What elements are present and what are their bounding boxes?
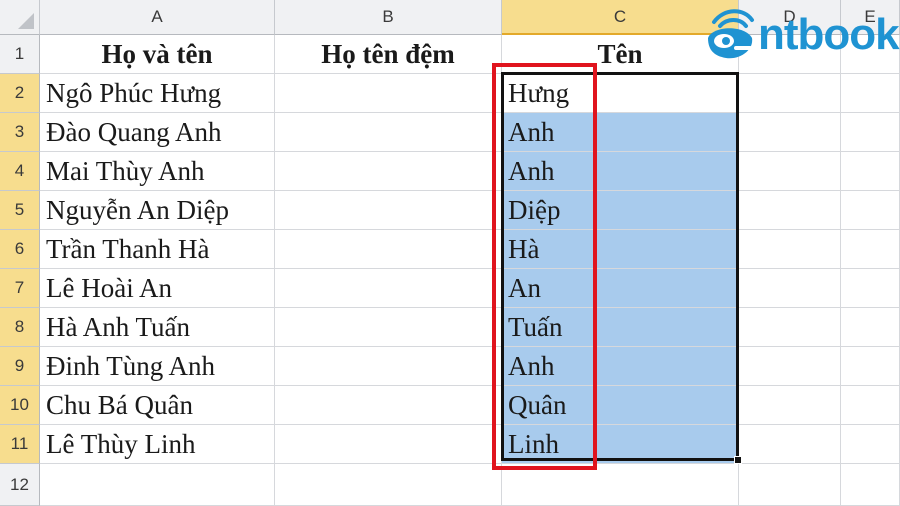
- cell-c12[interactable]: [502, 464, 739, 506]
- row-header-7[interactable]: 7: [0, 269, 40, 308]
- brand-logo: ntbook: [700, 4, 900, 64]
- cell-b7[interactable]: [275, 269, 502, 308]
- row-header-1[interactable]: 1: [0, 35, 40, 74]
- cell-b9[interactable]: [275, 347, 502, 386]
- select-all-button[interactable]: [0, 0, 40, 35]
- cell-b10[interactable]: [275, 386, 502, 425]
- cell-e3[interactable]: [841, 113, 900, 152]
- fill-handle[interactable]: [734, 456, 742, 464]
- cell-d2[interactable]: [739, 74, 841, 113]
- row-header-11[interactable]: 11: [0, 425, 40, 464]
- row-header-9[interactable]: 9: [0, 347, 40, 386]
- cell-e6[interactable]: [841, 230, 900, 269]
- logo-wordmark: ntbook: [758, 10, 900, 59]
- row-header-4[interactable]: 4: [0, 152, 40, 191]
- cell-d12[interactable]: [739, 464, 841, 506]
- cell-a7[interactable]: Lê Hoài An: [40, 269, 275, 308]
- cell-a4[interactable]: Mai Thùy Anh: [40, 152, 275, 191]
- cell-b1[interactable]: Họ tên đệm: [275, 35, 502, 74]
- cell-c9[interactable]: Anh: [502, 347, 739, 386]
- row-header-5[interactable]: 5: [0, 191, 40, 230]
- cell-a12[interactable]: [40, 464, 275, 506]
- column-header-b[interactable]: B: [275, 0, 502, 35]
- cell-d6[interactable]: [739, 230, 841, 269]
- row-header-12[interactable]: 12: [0, 464, 40, 506]
- select-all-triangle-icon: [18, 13, 34, 29]
- cell-c5[interactable]: Diệp: [502, 191, 739, 230]
- cell-d11[interactable]: [739, 425, 841, 464]
- cell-d5[interactable]: [739, 191, 841, 230]
- cell-d3[interactable]: [739, 113, 841, 152]
- cell-e12[interactable]: [841, 464, 900, 506]
- cell-a9[interactable]: Đinh Tùng Anh: [40, 347, 275, 386]
- row-header-3[interactable]: 3: [0, 113, 40, 152]
- cell-e8[interactable]: [841, 308, 900, 347]
- cell-b11[interactable]: [275, 425, 502, 464]
- cell-a1[interactable]: Họ và tên: [40, 35, 275, 74]
- cell-c10[interactable]: Quân: [502, 386, 739, 425]
- cell-b12[interactable]: [275, 464, 502, 506]
- cell-c6[interactable]: Hà: [502, 230, 739, 269]
- cell-b2[interactable]: [275, 74, 502, 113]
- cell-a5[interactable]: Nguyễn An Diệp: [40, 191, 275, 230]
- row-header-10[interactable]: 10: [0, 386, 40, 425]
- cell-d4[interactable]: [739, 152, 841, 191]
- cell-e4[interactable]: [841, 152, 900, 191]
- cell-e9[interactable]: [841, 347, 900, 386]
- logo-mark-icon: [708, 9, 754, 59]
- cell-b5[interactable]: [275, 191, 502, 230]
- cell-c11[interactable]: Linh: [502, 425, 739, 464]
- cell-e2[interactable]: [841, 74, 900, 113]
- cell-e11[interactable]: [841, 425, 900, 464]
- cell-a11[interactable]: Lê Thùy Linh: [40, 425, 275, 464]
- cell-a6[interactable]: Trần Thanh Hà: [40, 230, 275, 269]
- cell-c3[interactable]: Anh: [502, 113, 739, 152]
- cell-a2[interactable]: Ngô Phúc Hưng: [40, 74, 275, 113]
- cell-c8[interactable]: Tuấn: [502, 308, 739, 347]
- row-header-2[interactable]: 2: [0, 74, 40, 113]
- cell-a3[interactable]: Đào Quang Anh: [40, 113, 275, 152]
- cell-d9[interactable]: [739, 347, 841, 386]
- cell-b4[interactable]: [275, 152, 502, 191]
- cell-a10[interactable]: Chu Bá Quân: [40, 386, 275, 425]
- row-header-6[interactable]: 6: [0, 230, 40, 269]
- spreadsheet-grid: A B C D E 1 2 3 4 5 6 7 8 9 10 11 12 Họ …: [0, 0, 900, 506]
- column-header-a[interactable]: A: [40, 0, 275, 35]
- cell-e10[interactable]: [841, 386, 900, 425]
- cell-c4[interactable]: Anh: [502, 152, 739, 191]
- cell-e5[interactable]: [841, 191, 900, 230]
- cell-c2[interactable]: Hưng: [502, 74, 739, 113]
- cell-b8[interactable]: [275, 308, 502, 347]
- cell-d8[interactable]: [739, 308, 841, 347]
- cell-d10[interactable]: [739, 386, 841, 425]
- cell-b6[interactable]: [275, 230, 502, 269]
- cell-c7[interactable]: An: [502, 269, 739, 308]
- cell-e7[interactable]: [841, 269, 900, 308]
- cell-d7[interactable]: [739, 269, 841, 308]
- row-header-8[interactable]: 8: [0, 308, 40, 347]
- cell-a8[interactable]: Hà Anh Tuấn: [40, 308, 275, 347]
- cell-b3[interactable]: [275, 113, 502, 152]
